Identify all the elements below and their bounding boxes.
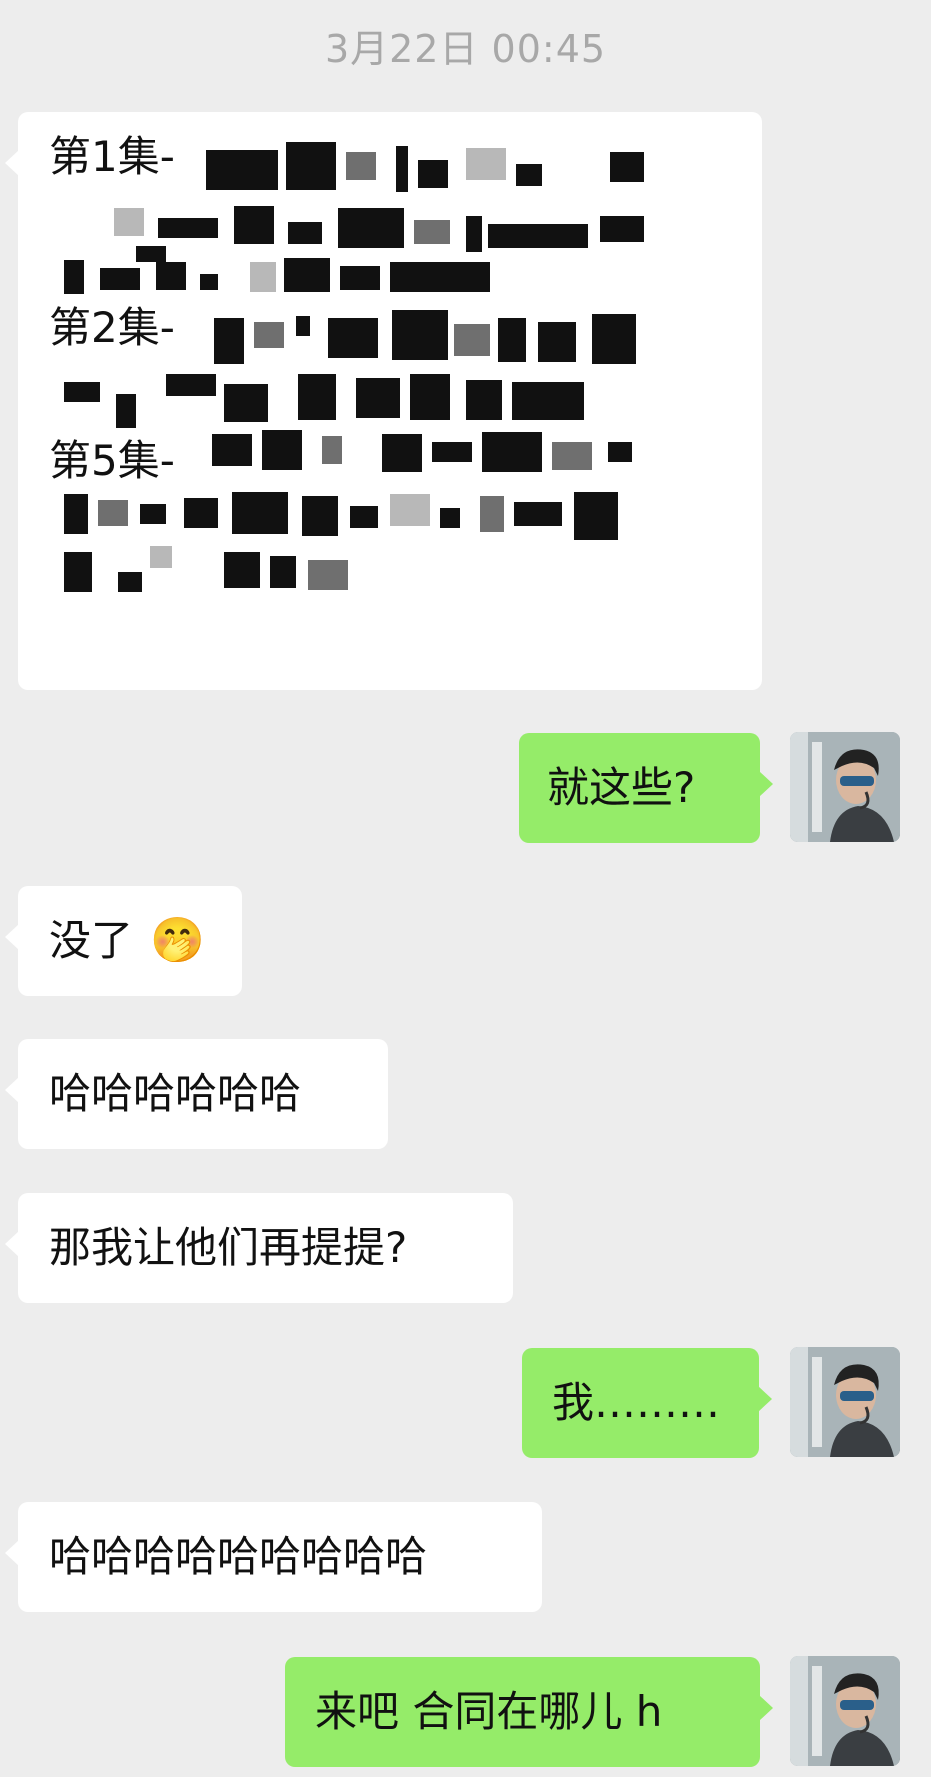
- incoming-message[interactable]: 哈哈哈哈哈哈: [5, 1039, 388, 1149]
- message-text: 我………: [552, 1378, 721, 1427]
- user-avatar-icon[interactable]: [790, 1656, 900, 1766]
- episode-line-1-label: 第1集-: [49, 132, 175, 181]
- episode-line-2-label: 第2集-: [49, 303, 175, 352]
- incoming-message[interactable]: 没了 🤭: [5, 886, 242, 996]
- hand-over-mouth-emoji-icon: 🤭: [150, 915, 205, 966]
- incoming-message[interactable]: 那我让他们再提提?: [5, 1193, 513, 1303]
- user-avatar-icon[interactable]: [790, 732, 900, 842]
- message-text: 哈哈哈哈哈哈: [49, 1069, 302, 1118]
- outgoing-message[interactable]: 就这些?: [519, 733, 773, 843]
- user-avatar-icon[interactable]: [790, 1347, 900, 1457]
- message-text: 就这些?: [547, 763, 696, 812]
- outgoing-message[interactable]: 来吧 合同在哪儿 h: [285, 1657, 773, 1767]
- message-text: 哈哈哈哈哈哈哈哈哈: [49, 1532, 428, 1581]
- episode-line-5-label: 第5集-: [49, 436, 175, 485]
- message-text: 那我让他们再提提?: [49, 1223, 408, 1272]
- message-text: 来吧 合同在哪儿 h: [315, 1687, 663, 1736]
- message-text: 没了: [49, 916, 134, 965]
- outgoing-message[interactable]: 我………: [522, 1348, 772, 1458]
- incoming-message[interactable]: 哈哈哈哈哈哈哈哈哈: [5, 1502, 542, 1612]
- message-timestamp: 3月22日 00:45: [324, 27, 607, 71]
- incoming-message-redacted[interactable]: 第1集- 第2集- 第5集-: [5, 112, 762, 690]
